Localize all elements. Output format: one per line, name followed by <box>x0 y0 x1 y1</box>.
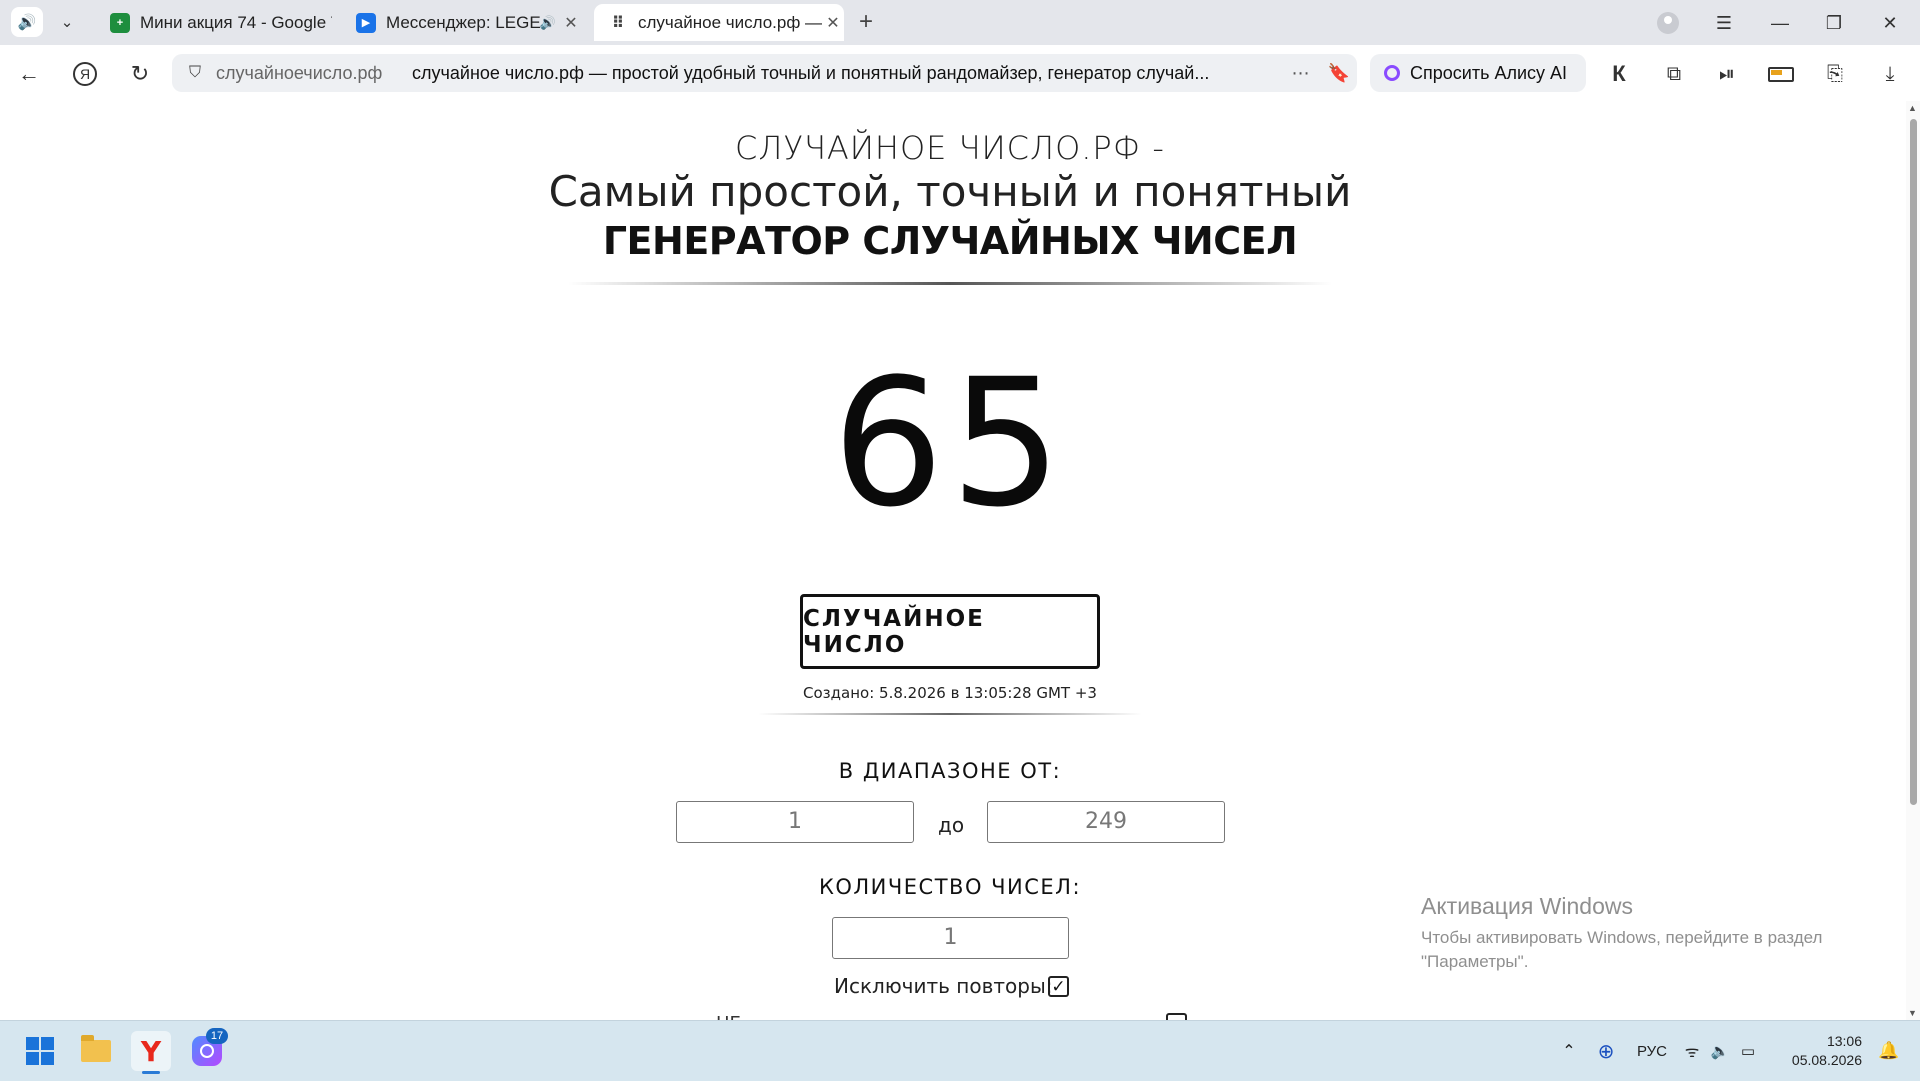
partially-visible-checkbox[interactable] <box>1166 1013 1187 1020</box>
messenger-favicon-icon: ▶ <box>356 12 376 33</box>
count-input[interactable]: 1 <box>832 917 1069 959</box>
shield-icon[interactable]: ⛉ <box>184 64 206 82</box>
wifi-icon[interactable]: ᯤ <box>1678 1040 1706 1062</box>
minimize-button[interactable]: — <box>1760 8 1800 38</box>
more-options-icon[interactable]: ⋯ <box>1281 63 1321 84</box>
ask-alice-label: Спросить Алису AI <box>1410 62 1568 83</box>
yandex-logo-icon: Я <box>73 62 97 86</box>
range-from-input[interactable]: 1 <box>676 801 914 843</box>
dice-grid-favicon-icon: ⠿ <box>611 14 625 32</box>
downloads-icon[interactable]: ⤓ <box>1875 59 1905 89</box>
checkmark-icon: ✓ <box>1051 977 1066 996</box>
heading-divider <box>568 282 1332 285</box>
extensions-puzzle-icon[interactable]: ⧉ <box>1659 59 1689 89</box>
watermark-line1: Чтобы активировать Windows, перейдите в … <box>1421 928 1823 947</box>
taskbar: Y 17 ⌃ ⊕ РУС ᯤ 🔈 ▭ 13:06 05.08.2026 🔔 <box>0 1020 1920 1081</box>
folder-icon <box>81 1035 111 1062</box>
range-label: В ДИАПАЗОНЕ ОТ: <box>838 759 1062 783</box>
alice-icon <box>1384 65 1400 81</box>
close-tab-icon[interactable]: ✕ <box>560 13 582 33</box>
scrollbar-thumb[interactable] <box>1910 119 1917 805</box>
tab-title: Мессенджер: LEGEN <box>386 12 540 32</box>
start-button[interactable] <box>20 1031 60 1071</box>
navigation-bar: ← Я ↻ ⛉ случайноечисло.рф случайное числ… <box>0 45 1920 102</box>
notification-count-badge: 17 <box>206 1028 228 1044</box>
hamburger-icon: ☰ <box>1715 13 1733 33</box>
created-timestamp: Создано: 5.8.2026 в 13:05:28 GMT +3 <box>803 684 1097 702</box>
tab-playing-audio-icon[interactable]: 🔊 <box>540 15 556 31</box>
yandex-browser-taskbar-button[interactable]: Y <box>131 1031 171 1071</box>
show-hidden-icons-chevron-icon[interactable]: ⌃ <box>1552 1041 1586 1061</box>
battery-icon[interactable]: ▭ <box>1734 1042 1762 1060</box>
battery-saver-icon[interactable] <box>1766 59 1796 89</box>
tab-strip: 🔊 ⌄ + Мини акция 74 - Google Т ▶ Мессенд… <box>0 0 1920 45</box>
tabs-dropdown-button[interactable]: ⌄ <box>51 7 83 37</box>
media-player-icon[interactable]: ⏯ <box>1712 59 1742 89</box>
address-bar[interactable]: ⛉ случайноечисло.рф случайное число.рф —… <box>172 54 1357 92</box>
restore-icon: ❐ <box>1825 13 1843 33</box>
file-explorer-button[interactable] <box>76 1031 116 1071</box>
bookmark-icon[interactable]: 🔖 <box>1321 63 1357 84</box>
exclude-repeats-label: Исключить повторы: <box>834 974 1053 998</box>
exclude-repeats-checkbox[interactable]: ✓ <box>1048 976 1069 997</box>
tab-messenger[interactable]: ▶ Мессенджер: LEGEN 🔊 ✕ <box>342 4 582 41</box>
collections-icon[interactable]: ⎘ <box>1820 59 1850 89</box>
page-scrollbar[interactable]: ▲ ▼ <box>1906 101 1920 1020</box>
new-tab-button[interactable]: + <box>853 10 879 36</box>
notifications-button[interactable]: 🔔 <box>1874 1021 1904 1081</box>
windows-logo-icon <box>26 1037 54 1065</box>
speaker-icon: 🔊 <box>17 14 37 31</box>
volume-icon[interactable]: 🔈 <box>1706 1042 1734 1060</box>
close-window-button[interactable]: ✕ <box>1870 8 1910 38</box>
language-indicator[interactable]: РУС <box>1626 1043 1678 1060</box>
minimize-icon: — <box>1771 13 1789 33</box>
reload-button[interactable]: ↻ <box>123 57 157 91</box>
browser-menu-button[interactable]: ☰ <box>1704 8 1744 38</box>
system-clock[interactable]: 13:06 05.08.2026 <box>1786 1032 1862 1070</box>
watermark-title: Активация Windows <box>1421 893 1633 919</box>
page-content: СЛУЧАЙНОЕ ЧИСЛО.РФ - Самый простой, точн… <box>0 101 1906 1020</box>
clock-time: 13:06 <box>1826 1033 1862 1049</box>
tab-audio-menu-button[interactable]: 🔊 <box>11 7 43 37</box>
address-domain: случайноечисло.рф <box>216 62 383 83</box>
timestamp-divider <box>758 713 1142 715</box>
reload-icon: ↻ <box>130 61 150 86</box>
tab-sheets[interactable]: + Мини акция 74 - Google Т <box>96 4 332 41</box>
tab-random-number[interactable]: ⠿ случайное число.рф — ✕ <box>594 4 844 41</box>
kaspersky-extension-icon[interactable]: К <box>1604 59 1634 89</box>
battery-icon <box>1768 66 1794 82</box>
network-globe-icon[interactable]: ⊕ <box>1586 1039 1626 1064</box>
yandex-home-button[interactable]: Я <box>68 57 102 91</box>
bell-icon: 🔔 <box>1878 1041 1900 1060</box>
restore-button[interactable]: ❐ <box>1814 8 1854 38</box>
tab-title: Мини акция 74 - Google Т <box>140 12 332 32</box>
site-heading-line3: ГЕНЕРАТОР СЛУЧАЙНЫХ ЧИСЕЛ <box>602 219 1298 263</box>
ask-alice-button[interactable]: Спросить Алису AI <box>1370 54 1586 92</box>
close-icon: ✕ <box>1882 13 1898 33</box>
windows-activation-watermark: Активация Windows Чтобы активировать Win… <box>1421 893 1822 974</box>
result-number: 65 <box>832 341 1068 546</box>
watermark-line2: "Параметры". <box>1421 952 1529 971</box>
range-to-word: до <box>938 813 965 837</box>
active-app-indicator <box>142 1071 160 1074</box>
yandex-browser-icon: Y <box>140 1034 162 1068</box>
plus-icon: + <box>858 8 873 35</box>
address-page-title: случайное число.рф — простой удобный точ… <box>412 62 1210 83</box>
back-button[interactable]: ← <box>12 57 46 91</box>
profile-avatar-icon[interactable] <box>1657 12 1679 34</box>
chevron-down-icon: ⌄ <box>60 14 74 31</box>
system-tray: ⌃ ⊕ РУС ᯤ 🔈 ▭ <box>1552 1021 1762 1081</box>
site-heading-line2: Самый простой, точный и понятный <box>548 167 1352 216</box>
arrow-left-icon: ← <box>18 61 40 86</box>
tab-title: случайное число.рф — <box>638 12 822 32</box>
range-to-input[interactable]: 249 <box>987 801 1225 843</box>
scroll-up-arrow-icon[interactable]: ▲ <box>1908 103 1917 113</box>
generate-random-number-button[interactable]: СЛУЧАЙНОЕ ЧИСЛО <box>800 594 1100 669</box>
close-tab-icon[interactable]: ✕ <box>822 13 844 33</box>
sheets-favicon-icon: + <box>110 12 130 33</box>
site-heading-line1: СЛУЧАЙНОЕ ЧИСЛО.РФ - <box>735 129 1165 167</box>
scroll-down-arrow-icon[interactable]: ▼ <box>1908 1008 1917 1018</box>
clock-date: 05.08.2026 <box>1791 1052 1862 1068</box>
